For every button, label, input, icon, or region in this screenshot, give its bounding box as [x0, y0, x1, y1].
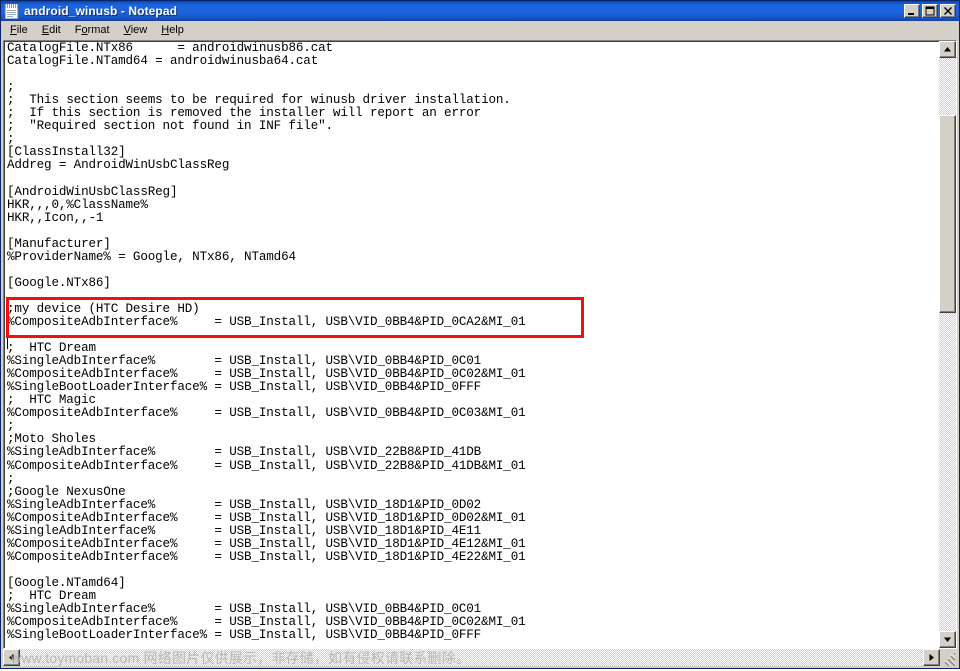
- scroll-down-button[interactable]: [939, 631, 956, 648]
- title-bar[interactable]: android_winusb - Notepad: [1, 1, 959, 21]
- maximize-button[interactable]: [922, 4, 938, 18]
- notepad-window: android_winusb - Notepad File Ed: [0, 0, 960, 669]
- menu-label-file-rest: ile: [17, 24, 28, 36]
- close-button[interactable]: [940, 4, 956, 18]
- menu-label-format-rest: rmat: [88, 24, 110, 36]
- menu-label-help-rest: elp: [169, 24, 184, 36]
- menu-item-format[interactable]: Format: [68, 22, 117, 39]
- editor-frame: CatalogFile.NTx86 = androidwinusb86.cat …: [3, 40, 957, 649]
- menu-label-edit-rest: dit: [49, 24, 61, 36]
- file-contents: CatalogFile.NTx86 = androidwinusb86.cat …: [7, 42, 526, 642]
- window-controls: [904, 4, 957, 18]
- client-area: CatalogFile.NTx86 = androidwinusb86.cat …: [1, 40, 959, 668]
- menu-item-view[interactable]: View: [117, 22, 155, 39]
- vertical-scroll-thumb[interactable]: [939, 115, 956, 313]
- text-caret: [7, 336, 8, 349]
- window-title: android_winusb - Notepad: [24, 4, 904, 18]
- text-area[interactable]: CatalogFile.NTx86 = androidwinusb86.cat …: [4, 41, 939, 648]
- horizontal-scrollbar-row: [3, 649, 957, 666]
- minimize-button[interactable]: [904, 4, 920, 18]
- vertical-scroll-track[interactable]: [939, 58, 956, 631]
- scroll-up-button[interactable]: [939, 41, 956, 58]
- menu-item-file[interactable]: File: [3, 22, 35, 39]
- vertical-scrollbar[interactable]: [939, 41, 956, 648]
- horizontal-scrollbar[interactable]: [3, 649, 940, 666]
- menu-label-view-rest: iew: [131, 24, 148, 36]
- menu-bar: File Edit Format View Help: [1, 21, 959, 40]
- scroll-left-button[interactable]: [3, 649, 20, 666]
- resize-grip[interactable]: [940, 649, 957, 666]
- menu-item-edit[interactable]: Edit: [35, 22, 68, 39]
- horizontal-scroll-track[interactable]: [20, 649, 923, 666]
- notepad-icon: [4, 4, 20, 19]
- menu-item-help[interactable]: Help: [154, 22, 191, 39]
- scroll-right-button[interactable]: [923, 649, 940, 666]
